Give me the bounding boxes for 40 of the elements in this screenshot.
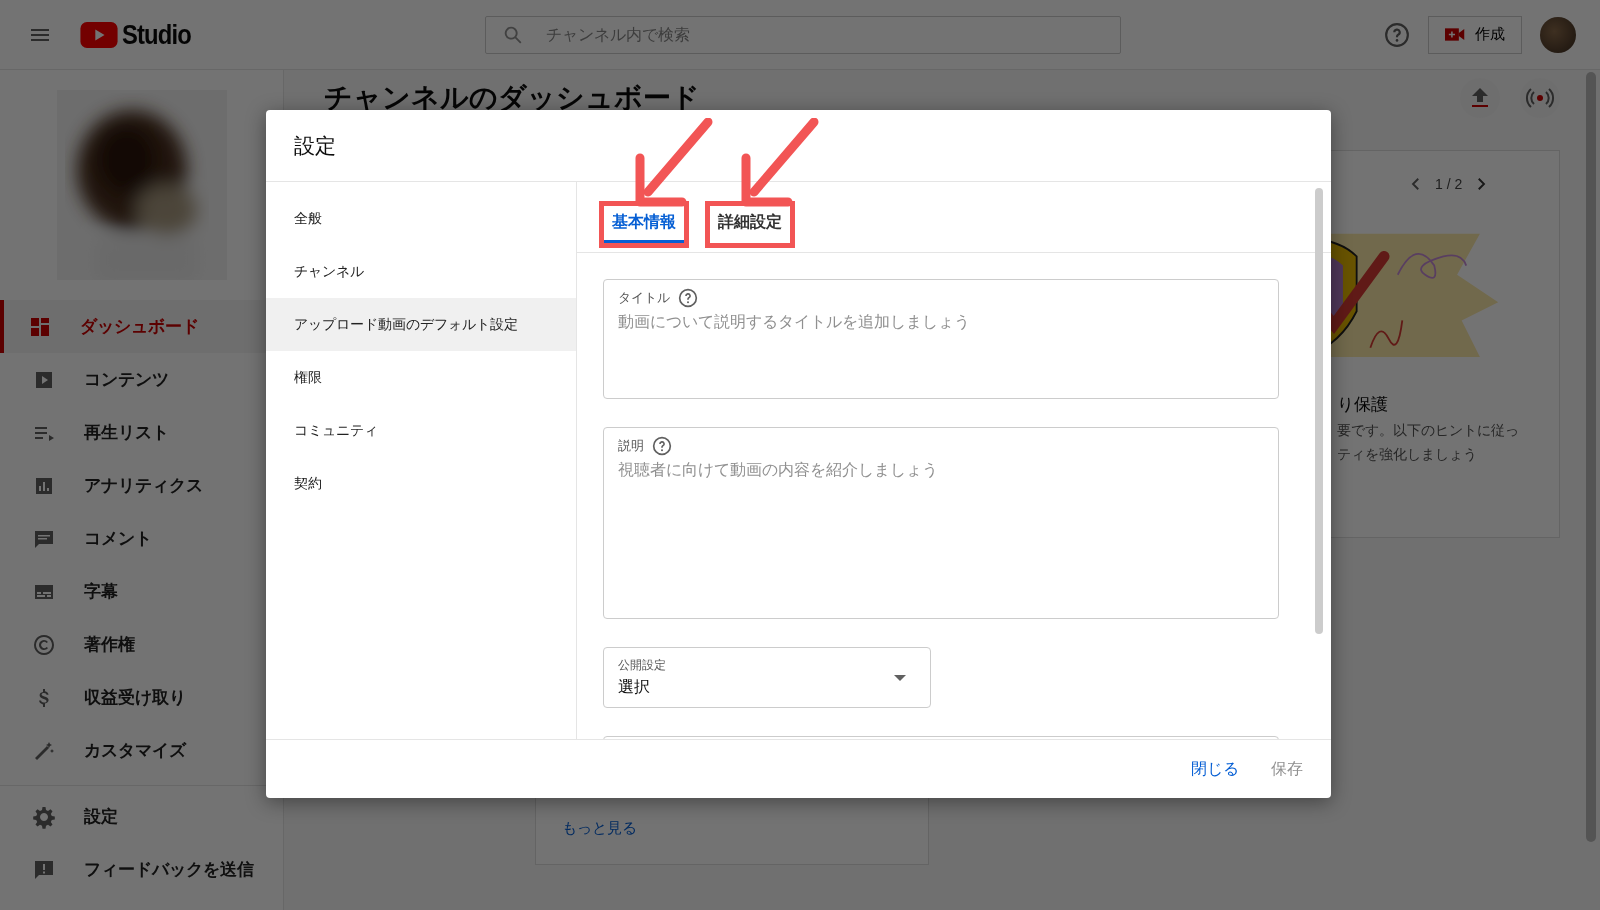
- sidebar-icon: [32, 804, 56, 829]
- tab[interactable]: 基本情報: [604, 206, 684, 243]
- card-title: り保護: [1337, 394, 1389, 416]
- field-label: 説明: [618, 437, 644, 455]
- field-label: タイトル: [618, 289, 670, 307]
- dialog-button[interactable]: 閉じる: [1181, 752, 1249, 786]
- sidebar-item[interactable]: コメント: [0, 512, 283, 565]
- sidebar-icon: [32, 632, 56, 657]
- sidebar-item[interactable]: 収益受け取り: [0, 671, 283, 724]
- field-label: 公開設定: [618, 657, 667, 674]
- text-field[interactable]: タイトル 動画について説明するタイトルを追加しましょう: [603, 279, 1279, 399]
- settings-nav-item[interactable]: チャンネル: [266, 245, 576, 298]
- tab[interactable]: 詳細設定: [710, 206, 790, 243]
- dropdown-value: 選択: [618, 677, 651, 697]
- settings-nav-item[interactable]: 全般: [266, 192, 576, 245]
- scrollbar[interactable]: [1586, 72, 1596, 842]
- settings-nav-item[interactable]: アップロード動画のデフォルト設定: [266, 298, 576, 351]
- sidebar-item[interactable]: カスタマイズ: [0, 724, 283, 777]
- video-camera-icon: [1445, 27, 1465, 42]
- create-button[interactable]: 作成: [1428, 15, 1522, 54]
- logo-text: Studio: [122, 18, 191, 51]
- text-field[interactable]: 説明 視聴者に向けて動画の内容を紹介しましょう: [603, 427, 1279, 619]
- sidebar-item[interactable]: 字幕: [0, 565, 283, 618]
- sidebar-item[interactable]: フィードバックを送信: [0, 843, 283, 896]
- sidebar-item[interactable]: 著作権: [0, 618, 283, 671]
- scrollbar[interactable]: [1315, 188, 1323, 634]
- help-icon[interactable]: [678, 288, 698, 308]
- help-icon[interactable]: [1384, 21, 1410, 48]
- play-logo-icon[interactable]: [80, 21, 118, 48]
- card-text: ティを強化しましょう: [1337, 446, 1478, 464]
- avatar[interactable]: [1540, 16, 1576, 53]
- card-text: 要です。以下のヒントに従っ: [1337, 422, 1520, 440]
- dialog-title: 設定: [294, 132, 336, 159]
- help-icon[interactable]: [652, 436, 672, 456]
- page-title: チャンネルのダッシュボード: [324, 81, 700, 115]
- page-counter: 1 / 2: [1435, 176, 1463, 192]
- visibility-dropdown[interactable]: 公開設定 選択: [603, 647, 931, 708]
- sidebar-item[interactable]: 設定: [0, 790, 283, 843]
- caret-icon: [894, 674, 906, 681]
- more-link[interactable]: もっと見る: [562, 819, 637, 838]
